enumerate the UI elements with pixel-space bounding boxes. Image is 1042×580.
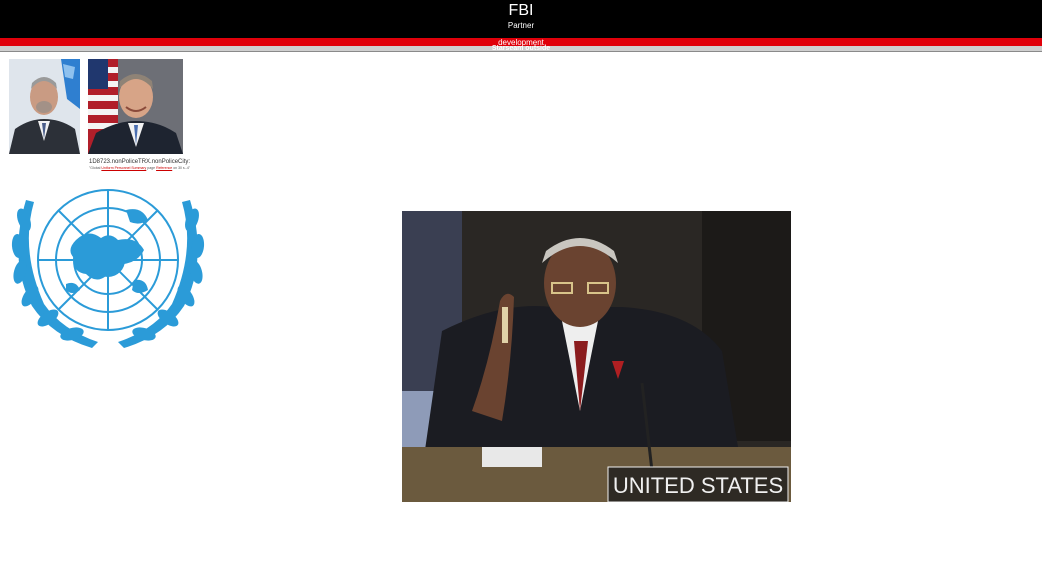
main-photo: UNITED STATES bbox=[402, 211, 791, 502]
caption-note-end: on 30 s.-4" bbox=[173, 166, 191, 170]
caption-link-reference[interactable]: Reference bbox=[156, 166, 172, 170]
nameplate-text: UNITED STATES bbox=[613, 473, 783, 498]
site-header: FBI Partner bbox=[0, 0, 1042, 38]
nav-overlay-text: Starseam outside bbox=[491, 45, 551, 52]
united-nations-emblem-icon bbox=[11, 189, 205, 348]
portrait-photo-1 bbox=[9, 59, 80, 154]
man-holding-vial-photo: UNITED STATES bbox=[402, 211, 791, 502]
portrait-photo-2 bbox=[88, 59, 183, 154]
caption-note-start: "Global bbox=[89, 166, 101, 170]
site-title: FBI bbox=[508, 2, 534, 19]
caption-note-middle: page bbox=[147, 166, 156, 170]
caption-link-summary[interactable]: Uniform Personnel Summary bbox=[101, 166, 146, 170]
portrait-man-us-flag-image bbox=[88, 59, 183, 154]
image-caption-note: "Global Uniform Personnel Summary page R… bbox=[89, 166, 190, 170]
site-subtitle: Partner bbox=[507, 21, 535, 30]
portrait-man-blue-flag-image bbox=[9, 59, 80, 154]
image-caption-code: 1D8723.nonPoliceTRX.nonPoliceCity: bbox=[89, 159, 191, 165]
